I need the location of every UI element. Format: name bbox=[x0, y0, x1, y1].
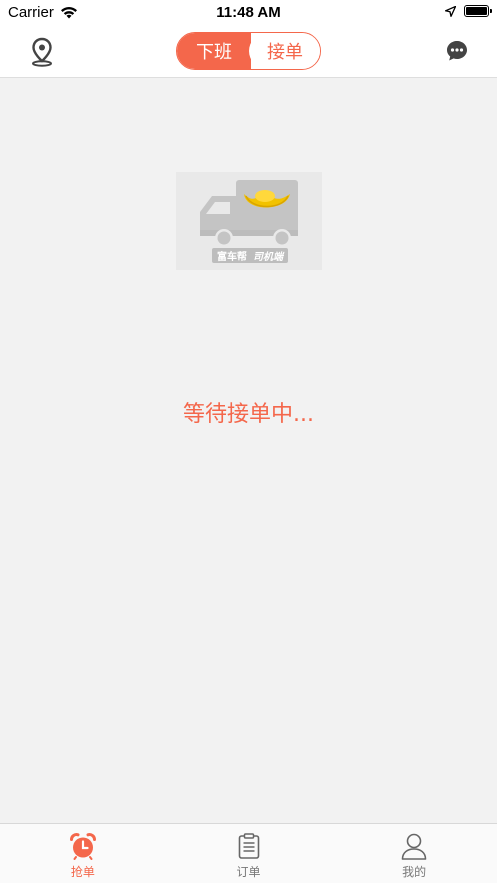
status-bar: Carrier 11:48 AM bbox=[0, 0, 497, 26]
brand-name-left: 富车帮 bbox=[217, 252, 247, 263]
clipboard-icon bbox=[238, 833, 259, 859]
brand-name-right: 司机端 bbox=[253, 252, 283, 263]
tab-label-profile: 我的 bbox=[402, 865, 427, 879]
location-arrow-icon bbox=[445, 5, 456, 17]
status-right bbox=[445, 5, 492, 17]
tab-profile[interactable]: 我的 bbox=[331, 824, 497, 883]
tab-label-orders: 订单 bbox=[236, 865, 261, 879]
nav-bar: 下班 接单 bbox=[0, 26, 497, 78]
tab-label-grab-order: 抢单 bbox=[70, 865, 95, 879]
message-icon[interactable] bbox=[445, 39, 469, 63]
work-status-toggle[interactable]: 下班 接单 bbox=[176, 32, 321, 70]
tab-orders[interactable]: 订单 bbox=[166, 824, 332, 883]
tab-bar: 抢单 订单 我的 bbox=[0, 823, 497, 883]
location-pin-icon[interactable] bbox=[28, 37, 56, 67]
tab-grab-order[interactable]: 抢单 bbox=[0, 824, 166, 883]
app-logo: 富车帮 司机端 bbox=[176, 172, 322, 270]
toggle-off-duty[interactable]: 下班 bbox=[177, 33, 251, 69]
battery-icon bbox=[464, 5, 492, 17]
alarm-clock-icon bbox=[69, 833, 96, 860]
brand-strip: 富车帮 司机端 bbox=[214, 249, 286, 263]
waiting-status-text: 等待接单中... bbox=[183, 402, 314, 427]
status-time: 11:48 AM bbox=[216, 4, 281, 21]
toggle-accept-orders[interactable]: 接单 bbox=[249, 33, 320, 69]
user-icon bbox=[401, 833, 427, 860]
